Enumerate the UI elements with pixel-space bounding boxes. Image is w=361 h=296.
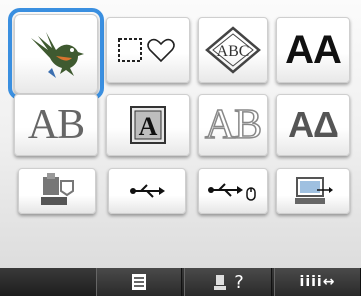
applique-letter-label: A [139,112,158,141]
pattern-selection-screen: ABC AA AB A AB AΔ [0,0,361,296]
help-button[interactable]: ? [184,268,272,296]
outline-letters-label: AB [204,102,263,148]
abc-diamond-icon: ABC [205,26,261,74]
font-letters-button[interactable]: AA [276,17,350,83]
large-letters-button[interactable]: AB [14,94,98,156]
usb-mouse-button[interactable] [198,168,268,214]
document-list-icon [132,274,146,290]
frame-shapes-button[interactable] [106,17,190,83]
applique-letter-icon: A [130,106,166,144]
settings-button[interactable]: iiii↔ [274,268,361,296]
applique-letter-button[interactable]: A [106,94,190,156]
large-letters-label: AB [27,102,85,148]
greek-letters-button[interactable]: AΔ [276,94,350,156]
frame-heart-icon [118,38,175,63]
usb-media-button[interactable] [108,168,186,214]
usb-icon [130,184,165,198]
font-letters-label: AA [285,28,342,72]
bird-icon [31,32,84,78]
svg-text:ABC: ABC [217,43,250,60]
monogram-button[interactable]: ABC [198,17,268,83]
greek-letters-label: AΔ [288,104,339,145]
sewing-machine-icon [41,173,74,205]
computer-usb-icon [295,177,333,204]
machine-memory-button[interactable] [18,168,96,214]
usb-mouse-icon [208,183,256,201]
machine-help-icon [214,275,227,290]
list-button[interactable] [96,268,182,296]
settings-label: iiii↔ [299,274,336,290]
bird-pattern-button[interactable] [8,8,104,100]
outline-letters-button[interactable]: AB [198,94,268,156]
help-label: ? [234,271,244,293]
computer-button[interactable] [276,168,350,214]
